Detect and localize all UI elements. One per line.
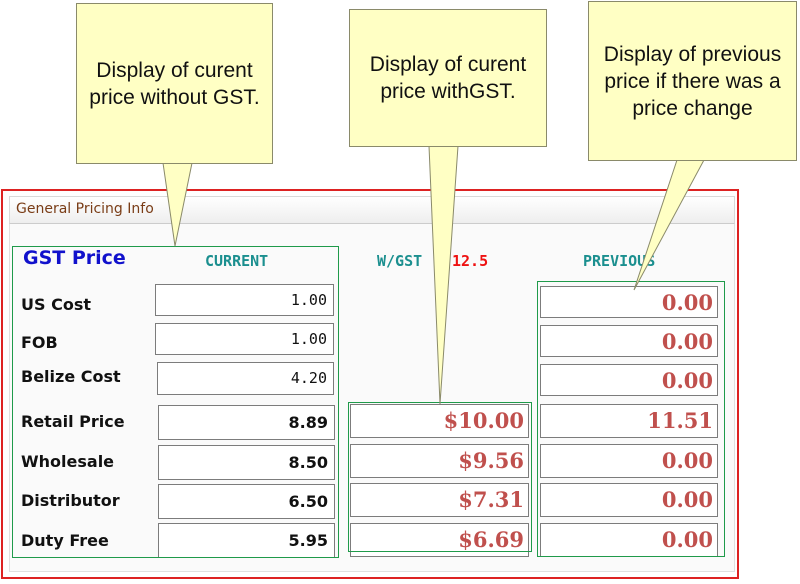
- column-header-previous: PREVIOUS: [583, 252, 656, 270]
- fob-current-field[interactable]: 1.00: [155, 323, 334, 355]
- row-label-us-cost: US Cost: [21, 295, 91, 314]
- row-label-retail-price: Retail Price: [21, 412, 125, 431]
- callout-current-with-gst-text: Display of curent price withGST.: [369, 53, 527, 103]
- distributor-current-field[interactable]: 6.50: [158, 484, 335, 519]
- callout-current-with-gst: Display of curent price withGST.: [349, 9, 547, 147]
- panel-title: General Pricing Info: [16, 201, 154, 217]
- row-label-fob: FOB: [21, 333, 58, 352]
- row-label-duty-free: Duty Free: [21, 531, 109, 550]
- wholesale-with-gst-field[interactable]: $9.56: [350, 444, 529, 478]
- wholesale-current-field[interactable]: 8.50: [158, 445, 335, 480]
- column-header-with-gst: W/GST: [377, 252, 423, 270]
- us-cost-current-field[interactable]: 1.00: [155, 284, 334, 316]
- callout-current-without-gst: Display of curent price without GST.: [76, 3, 273, 164]
- column-header-current: CURRENT: [205, 252, 269, 270]
- distributor-previous-field[interactable]: 0.00: [540, 483, 718, 517]
- panel-body: [9, 224, 735, 572]
- fob-previous-field[interactable]: 0.00: [540, 325, 718, 357]
- duty-free-current-field[interactable]: 5.95: [158, 523, 335, 558]
- retail-price-with-gst-field[interactable]: $10.00: [350, 404, 529, 438]
- distributor-with-gst-field[interactable]: $7.31: [350, 483, 529, 517]
- panel-header: General Pricing Info: [9, 196, 735, 224]
- row-label-belize-cost: Belize Cost: [21, 367, 121, 386]
- callout-previous-price-text: Display of previous price if there was a…: [603, 42, 782, 120]
- gst-rate-value: 12.5: [452, 252, 489, 270]
- callout-current-without-gst-text: Display of curent price without GST.: [89, 58, 260, 109]
- belize-cost-current-field[interactable]: 4.20: [157, 362, 334, 395]
- callout-previous-price: Display of previous price if there was a…: [588, 1, 797, 161]
- gst-price-label: GST Price: [23, 247, 126, 269]
- duty-free-previous-field[interactable]: 0.00: [540, 523, 718, 557]
- duty-free-with-gst-field[interactable]: $6.69: [350, 523, 529, 557]
- belize-cost-previous-field[interactable]: 0.00: [540, 364, 718, 396]
- row-label-wholesale: Wholesale: [21, 452, 115, 471]
- row-label-distributor: Distributor: [21, 491, 120, 510]
- us-cost-previous-field[interactable]: 0.00: [540, 286, 718, 318]
- retail-price-previous-field[interactable]: 11.51: [540, 404, 718, 438]
- retail-price-current-field[interactable]: 8.89: [158, 405, 335, 440]
- wholesale-previous-field[interactable]: 0.00: [540, 444, 718, 478]
